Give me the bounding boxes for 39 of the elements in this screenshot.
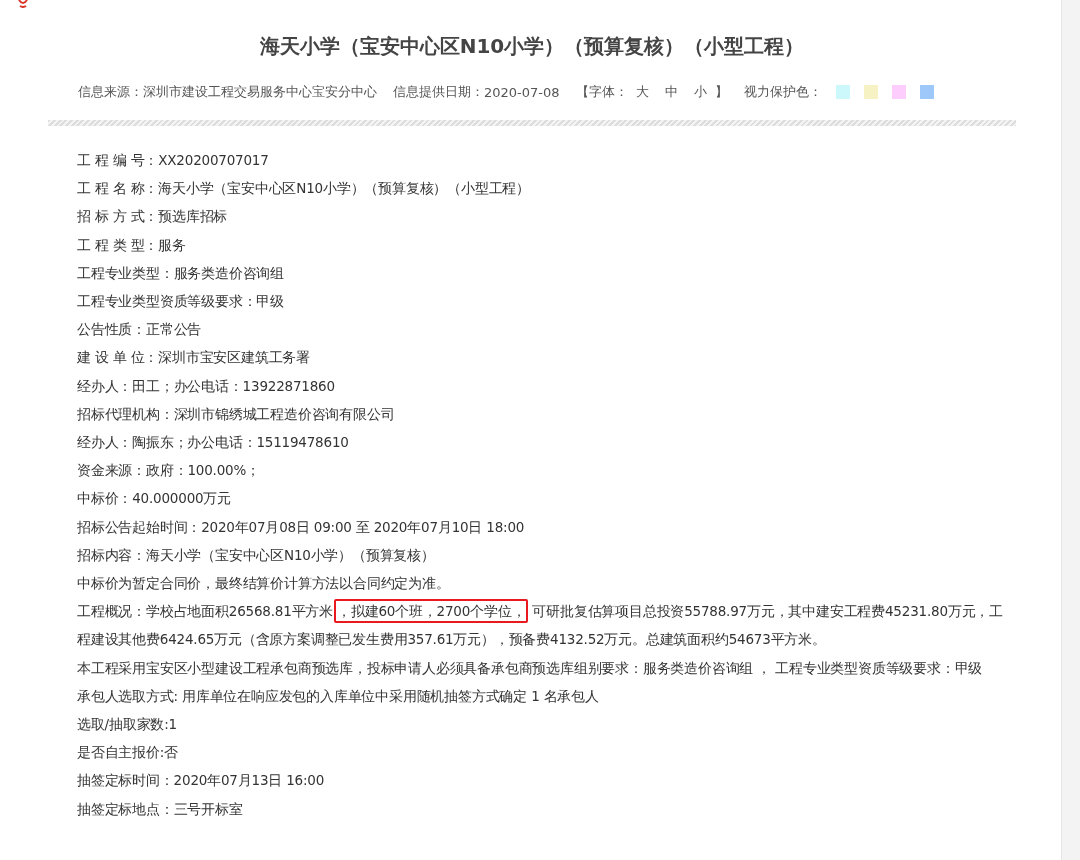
detail-line: 本工程采用宝安区小型建设工程承包商预选库，投标申请人必须具备承包商预选库组别要求：服务类造价咨询组 ， 工程专业类型资质等级要求：甲级	[77, 658, 984, 678]
detail-line: 招标内容：海天小学（宝安中心区N10小学）（预算复核）	[77, 545, 436, 565]
detail-line: 招标公告起始时间：2020年07月08日 09:00 至 2020年07月10日 18:00	[77, 517, 526, 537]
detail-line: 工 程 类 型：服务	[77, 235, 187, 255]
detail-line: 建 设 单 位：深圳市宝安区建筑工务署	[77, 348, 312, 368]
meta-value: 深圳市建设工程交易服务中心宝安分中心	[143, 83, 377, 101]
scrollbar-track[interactable]	[1061, 0, 1080, 860]
font-size-label: 】	[714, 83, 728, 101]
meta-label: 信息提供日期：	[393, 83, 484, 101]
detail-line: 经办人：陶振东；办公电话：15119478610	[77, 433, 350, 453]
color-swatch[interactable]	[919, 85, 934, 99]
detail-line: 中标价：40.000000万元	[77, 489, 232, 509]
detail-paragraph: 工程概况：学校占地面积26568.81平方米 ，拟建60个班，2700个学位， 可研批复估算项目总投资55788.97万元，其中建安工程费45231.80万元，工程建设其他费6424.65万元（含原方案调整已发生费用357.61万元），预备费4132.52万元。总建筑面积约54673平方米。	[77, 597, 1016, 654]
font-size-label: 【字体：	[575, 83, 628, 101]
detail-line: 工 程 名 称：海天小学（宝安中心区N10小学）（预算复核）（小型工程）	[77, 179, 531, 199]
meta-label: 信息来源：	[78, 83, 143, 101]
detail-line: 工 程 编 号：XX20200707017	[77, 151, 270, 170]
color-swatch[interactable]	[863, 85, 878, 99]
color-swatch[interactable]	[891, 85, 906, 99]
detail-line: 工程专业类型：服务类造价咨询组	[77, 263, 285, 283]
detail-line: 抽签定标时间：2020年07月13日 16:00	[77, 771, 326, 791]
detail-line: 经办人：田工；办公电话：13922871860	[77, 376, 336, 396]
meta-value: 2020-07-08	[484, 84, 560, 100]
font-size-link[interactable]: 中	[664, 83, 678, 101]
font-size-link[interactable]: 大	[635, 83, 649, 101]
detail-line: 是否自主报价:否	[77, 743, 179, 763]
detail-line: 资金来源：政府：100.00%；	[77, 461, 261, 481]
detail-line: 招标代理机构：深圳市锦绣城工程造价咨询有限公司	[77, 404, 396, 424]
color-swatch[interactable]	[835, 85, 850, 99]
detail-line: 公告性质：正常公告	[77, 320, 203, 340]
detail-line: 承包人选取方式: 用库单位在响应发包的入库单位中采用随机抽签方式确定 1 名承包人	[77, 686, 600, 706]
eye-care-label: 视力保护色：	[743, 83, 822, 101]
font-size-link[interactable]: 小	[693, 83, 707, 101]
page-title: 海天小学（宝安中心区N10小学）（预算复核）（小型工程）	[258, 33, 806, 60]
detail-line: 中标价为暂定合同价，最终结算价计算方法以合同约定为准。	[77, 574, 451, 594]
detail-line: 抽签定标地点：三号开标室	[77, 799, 244, 819]
detail-line: 工程专业类型资质等级要求：甲级	[77, 292, 285, 311]
detail-line: 招 标 方 式：预选库招标	[77, 207, 229, 227]
detail-line: 选取/抽取家数:1	[77, 715, 178, 735]
